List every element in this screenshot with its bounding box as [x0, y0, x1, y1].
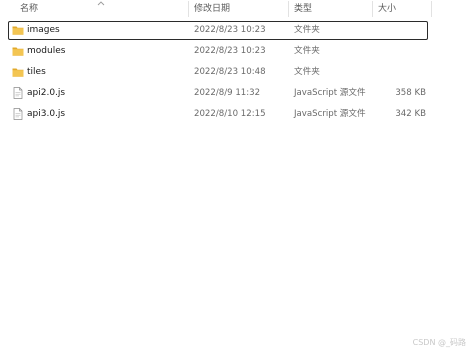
file-modified-date: 2022/8/23 10:23: [194, 46, 266, 56]
file-row[interactable]: images 2022/8/23 10:23 文件夹: [8, 21, 428, 40]
file-size: 342 KB: [395, 109, 426, 119]
column-header-modified[interactable]: 修改日期: [194, 0, 230, 18]
file-row[interactable]: api2.0.js 2022/8/9 11:32 JavaScript 源文件 …: [8, 84, 428, 103]
watermark: CSDN @_码路: [412, 338, 466, 347]
column-header-bar: 名称 修改日期 类型 大小: [0, 0, 432, 18]
column-header-type[interactable]: 类型: [294, 0, 312, 18]
file-size: [364, 64, 426, 81]
column-divider[interactable]: [431, 1, 432, 17]
folder-icon: [12, 26, 24, 35]
column-divider[interactable]: [288, 1, 289, 17]
file-type: JavaScript 源文件: [294, 88, 366, 98]
file-size: [364, 22, 426, 39]
file-row[interactable]: api3.0.js 2022/8/10 12:15 JavaScript 源文件…: [8, 105, 428, 124]
js-file-icon: [13, 108, 23, 120]
file-modified-date: 2022/8/10 12:15: [194, 109, 266, 119]
column-header-name[interactable]: 名称: [20, 0, 38, 18]
file-name: modules: [27, 46, 66, 56]
file-type: 文件夹: [294, 67, 320, 77]
file-name: tiles: [27, 67, 46, 77]
file-type: 文件夹: [294, 25, 320, 35]
file-row[interactable]: tiles 2022/8/23 10:48 文件夹: [8, 63, 428, 82]
file-modified-date: 2022/8/23 10:23: [194, 25, 266, 35]
file-name: api2.0.js: [27, 88, 66, 98]
column-divider[interactable]: [372, 1, 373, 17]
folder-icon: [12, 68, 24, 77]
file-row[interactable]: modules 2022/8/23 10:23 文件夹: [8, 42, 428, 61]
column-divider[interactable]: [188, 1, 189, 17]
file-size: [364, 43, 426, 60]
column-header-size[interactable]: 大小: [378, 0, 396, 18]
sort-ascending-icon: [97, 1, 105, 6]
file-type: 文件夹: [294, 46, 320, 56]
file-name: api3.0.js: [27, 109, 66, 119]
file-modified-date: 2022/8/9 11:32: [194, 88, 261, 98]
file-size: 358 KB: [395, 88, 426, 98]
file-modified-date: 2022/8/23 10:48: [194, 67, 266, 77]
file-name: images: [27, 25, 60, 35]
file-type: JavaScript 源文件: [294, 109, 366, 119]
js-file-icon: [13, 87, 23, 99]
folder-icon: [12, 47, 24, 56]
